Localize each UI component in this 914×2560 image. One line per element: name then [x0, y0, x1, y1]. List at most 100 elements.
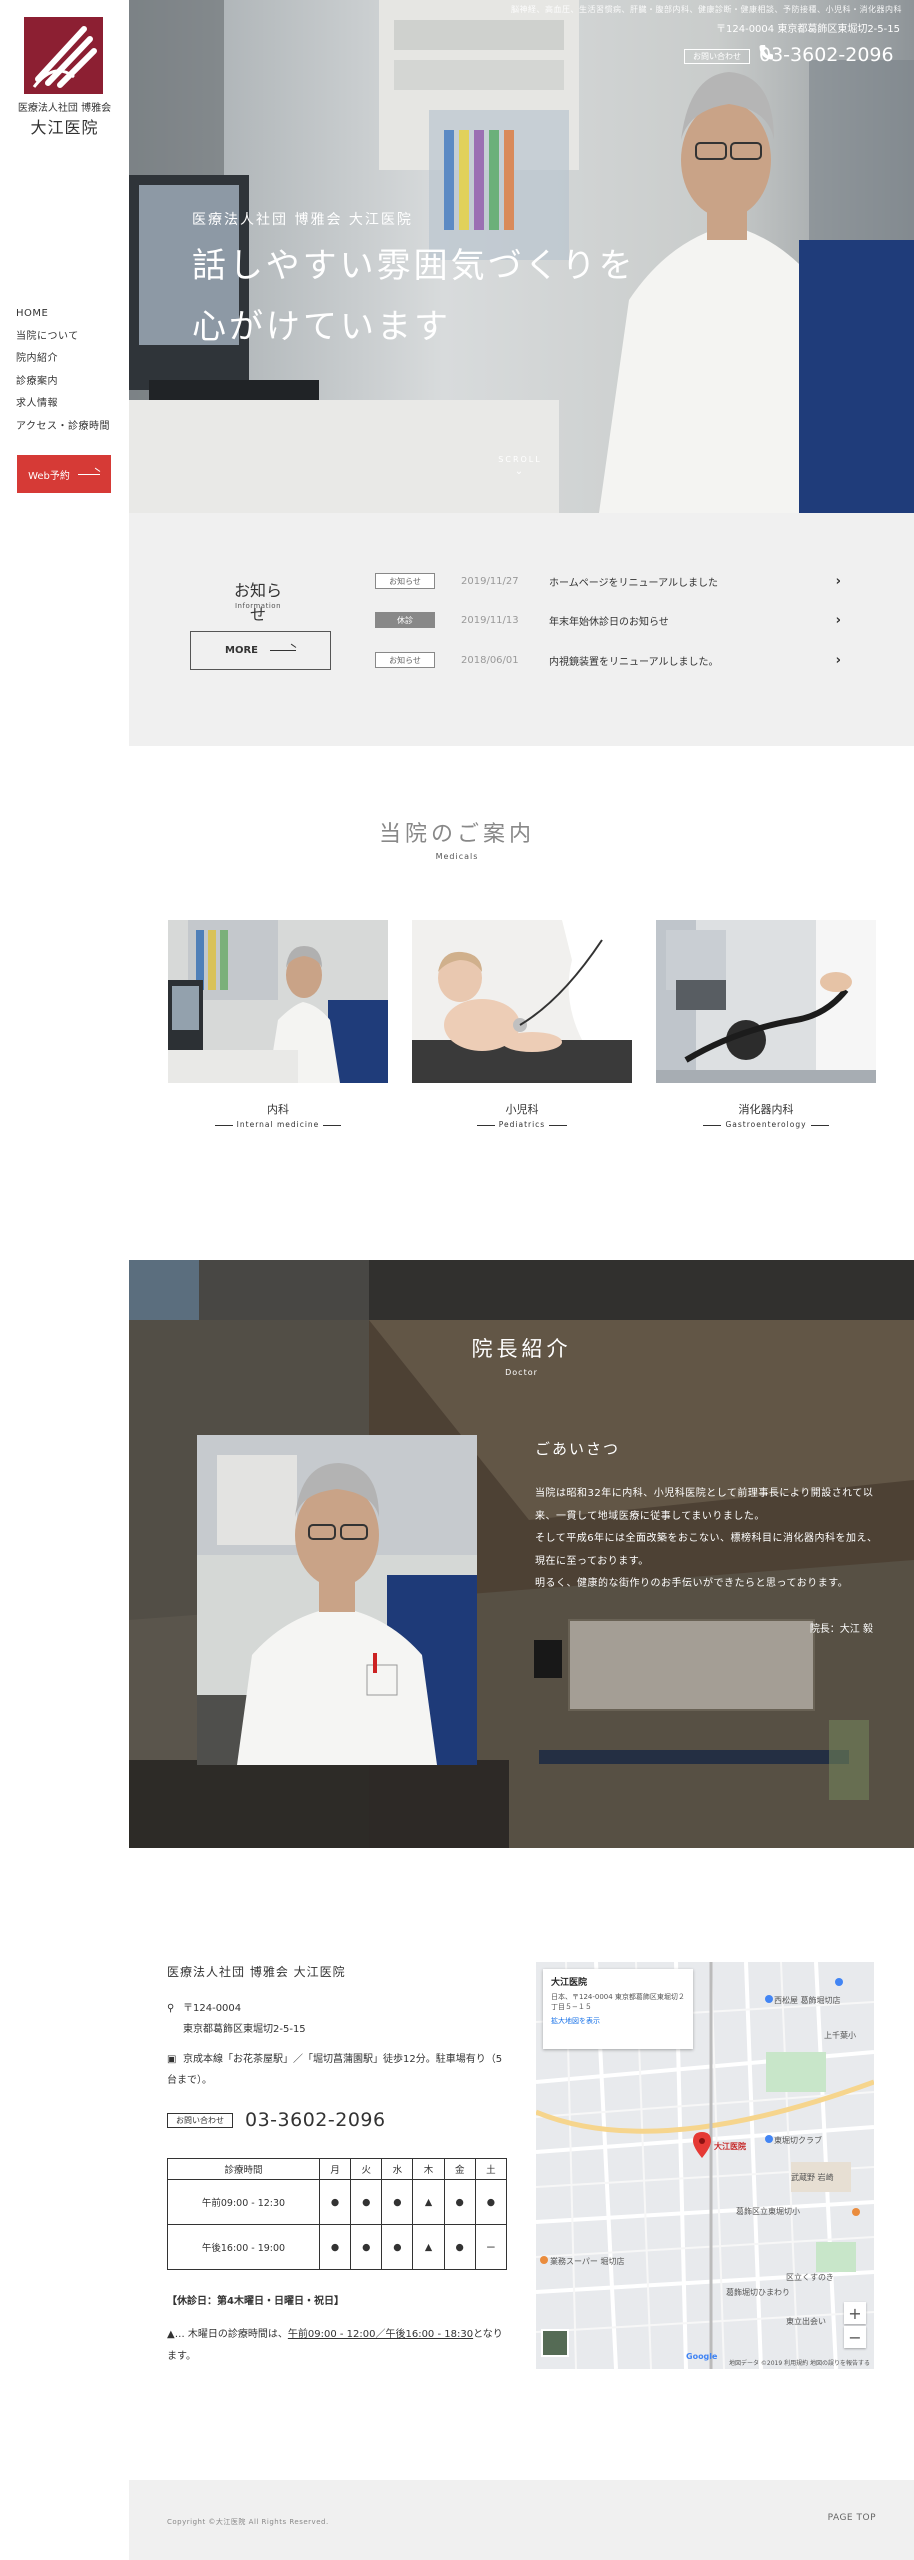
news-title: お知らせ	[233, 581, 282, 624]
medical-en: Gastroenterology	[656, 1120, 876, 1129]
page-top-link[interactable]: PAGE TOP	[828, 2513, 876, 2523]
map-place-label: 区立くすのき	[786, 2273, 834, 2282]
hours-cell: ●	[350, 2224, 383, 2270]
map-place-label: 東堀切クラブ	[774, 2136, 822, 2145]
access-address: ⚲ 〒124-0004 東京都葛飾区東堀切2-5-15	[167, 1998, 306, 2040]
nav-item-recruit[interactable]: 求人情報	[16, 393, 110, 416]
news-more-button[interactable]: MORE	[190, 631, 331, 670]
hours-cell: ●	[443, 2224, 476, 2270]
hours-cell: ●	[381, 2224, 414, 2270]
google-map[interactable]: 大江医院 日本、〒124-0004 東京都葛飾区東堀切２丁目５−１５ 拡大地図を…	[536, 1962, 874, 2369]
train-icon: ▣	[167, 2054, 177, 2065]
map-enlarge-link[interactable]: 拡大地図を表示	[551, 2016, 685, 2026]
more-label: MORE	[225, 645, 258, 656]
hero-heading-line2: 心がけています	[192, 307, 451, 347]
scroll-indicator[interactable]: SCROLL ⌄	[495, 455, 545, 477]
medical-card-pediatrics[interactable]: 小児科 Pediatrics	[412, 920, 632, 1129]
news-item[interactable]: 休診 2019/11/13 年末年始休診日のお知らせ ›	[375, 609, 841, 631]
hours-time: 午前09:00 - 12:30	[167, 2179, 320, 2225]
phone-icon	[759, 45, 773, 60]
hours-header-cell: 木	[412, 2158, 445, 2180]
medical-en: Internal medicine	[168, 1120, 388, 1129]
main-nav: HOME 当院について 院内紹介 診療案内 求人情報 アクセス・診療時間	[16, 303, 110, 438]
internal-medicine-photo	[168, 920, 388, 1083]
hours-header-cell: 土	[474, 2158, 508, 2180]
hours-cell: ●	[443, 2179, 476, 2225]
access-clinic-name: 医療法人社団 博雅会 大江医院	[167, 1965, 346, 1979]
news-item[interactable]: お知らせ 2018/06/01 内視鏡装置をリニューアルしました。 ›	[375, 649, 841, 671]
pediatrics-photo	[412, 920, 632, 1083]
sidebar: 医療法人社団 博雅会 大江医院 HOME 当院について 院内紹介 診療案内 求人…	[0, 0, 129, 2560]
hero-contact-badge: お問い合わせ	[684, 49, 750, 64]
doctor-title: 院長紹介	[471, 1337, 572, 1361]
news-badge: お知らせ	[375, 652, 435, 668]
greeting-text: 当院は昭和32年に内科、小児科医院として前理事長により開設されて以来、一貫して地…	[535, 1483, 885, 1596]
greeting-paragraph: そして平成6年には全面改築をおこない、標榜科目に消化器内科を加え、現在に至ってお…	[535, 1533, 878, 1567]
scroll-label: SCROLL	[498, 455, 542, 464]
map-pin-label: 大江医院	[714, 2142, 746, 2151]
hero-phone-link[interactable]: 03-3602-2096	[759, 44, 894, 66]
hours-cell: ●	[381, 2179, 414, 2225]
web-reserve-button[interactable]: Web予約	[17, 455, 111, 493]
medicals-subtitle: Medicals	[435, 852, 479, 861]
chevron-down-icon: ⌄	[514, 466, 526, 477]
medical-card-internal[interactable]: 内科 Internal medicine	[168, 920, 388, 1129]
nav-item-access[interactable]: アクセス・診療時間	[16, 416, 110, 439]
hero-address: 〒124-0004 東京都葛飾区東堀切2-5-15	[716, 24, 900, 35]
hero-heading-line1: 話しやすい雰囲気づくりを	[192, 246, 636, 286]
access-phone-link[interactable]: 03-3602-2096	[245, 2109, 386, 2131]
news-title-text: 年末年始休診日のお知らせ	[549, 616, 669, 628]
brand-name: 大江医院	[30, 118, 99, 137]
news-item[interactable]: お知らせ 2019/11/27 ホームページをリニューアルしました ›	[375, 570, 841, 592]
map-card-address: 日本、〒124-0004 東京都葛飾区東堀切２丁目５−１５	[551, 1993, 685, 2011]
news-section: お知らせ Information MORE お知らせ 2019/11/27 ホー…	[129, 513, 914, 746]
news-date: 2019/11/13	[461, 614, 519, 626]
hours-cell: ●	[318, 2179, 352, 2225]
hours-header-row: 診療時間 月 火 水 木 金 土	[167, 2158, 508, 2180]
hours-cell: ▲	[412, 2179, 445, 2225]
nav-item-medical[interactable]: 診療案内	[16, 371, 110, 394]
map-place-label: 上千葉小	[824, 2031, 856, 2040]
greeting-paragraph: 当院は昭和32年に内科、小児科医院として前理事長により開設されて以来、一貫して地…	[535, 1488, 874, 1522]
chevron-right-icon: ›	[835, 573, 841, 589]
thursday-hours: 午前09:00 - 12:00／午後16:00 - 18:30	[287, 2329, 474, 2340]
news-date: 2018/06/01	[461, 654, 519, 666]
map-pin-icon[interactable]	[693, 2132, 711, 2162]
gastroenterology-photo	[656, 920, 876, 1083]
nav-item-home[interactable]: HOME	[16, 303, 110, 326]
logo-mark-icon	[24, 17, 103, 94]
zoom-out-button[interactable]: −	[844, 2326, 866, 2348]
medical-card-gastro[interactable]: 消化器内科 Gastroenterology	[656, 920, 876, 1129]
map-place-label: 業務スーパー 堀切店	[550, 2257, 625, 2266]
medical-name: 内科	[267, 1103, 289, 1116]
medical-name: 小児科	[505, 1103, 539, 1116]
copyright: Copyright ©大江医院 All Rights Reserved.	[167, 2518, 329, 2526]
map-info-card: 大江医院 日本、〒124-0004 東京都葛飾区東堀切２丁目５−１５ 拡大地図を…	[543, 1969, 693, 2049]
hours-row: 午後16:00 - 19:00 ● ● ● ▲ ● ー	[167, 2224, 508, 2270]
hours-cell: ●	[350, 2179, 383, 2225]
access-street: 東京都葛飾区東堀切2-5-15	[183, 2024, 306, 2035]
news-subtitle: Information	[234, 602, 282, 610]
hours-cell: ー	[474, 2224, 508, 2270]
chevron-right-icon: ›	[835, 612, 841, 628]
web-reserve-label: Web予約	[28, 470, 70, 482]
hero-phone-number: 03-3602-2096	[759, 44, 894, 66]
nav-item-facility[interactable]: 院内紹介	[16, 348, 110, 371]
arrow-right-icon	[269, 650, 296, 651]
medical-name: 消化器内科	[738, 1103, 794, 1116]
chevron-right-icon: ›	[835, 652, 841, 668]
map-footer: 地図データ ©2019 利用規約 地図の誤りを報告する	[729, 2360, 870, 2367]
zoom-in-button[interactable]: +	[844, 2302, 866, 2324]
map-place-label: 東立出会い	[786, 2317, 826, 2326]
nav-item-about[interactable]: 当院について	[16, 326, 110, 349]
hours-cell: ▲	[412, 2224, 445, 2270]
access-contact-badge: お問い合わせ	[167, 2113, 233, 2128]
clinic-logo[interactable]	[24, 17, 103, 94]
director-photo	[197, 1435, 477, 1765]
map-place-label: 葛飾区立東堀切小	[736, 2207, 800, 2216]
map-place-label: 西松屋 葛飾堀切店	[774, 1996, 841, 2005]
hours-header-cell: 水	[381, 2158, 414, 2180]
map-place-label: 葛飾堀切ひまわり	[726, 2288, 790, 2297]
greeting-title: ごあいさつ	[535, 1440, 621, 1458]
director-signature: 院長：大江 毅	[809, 1624, 873, 1635]
